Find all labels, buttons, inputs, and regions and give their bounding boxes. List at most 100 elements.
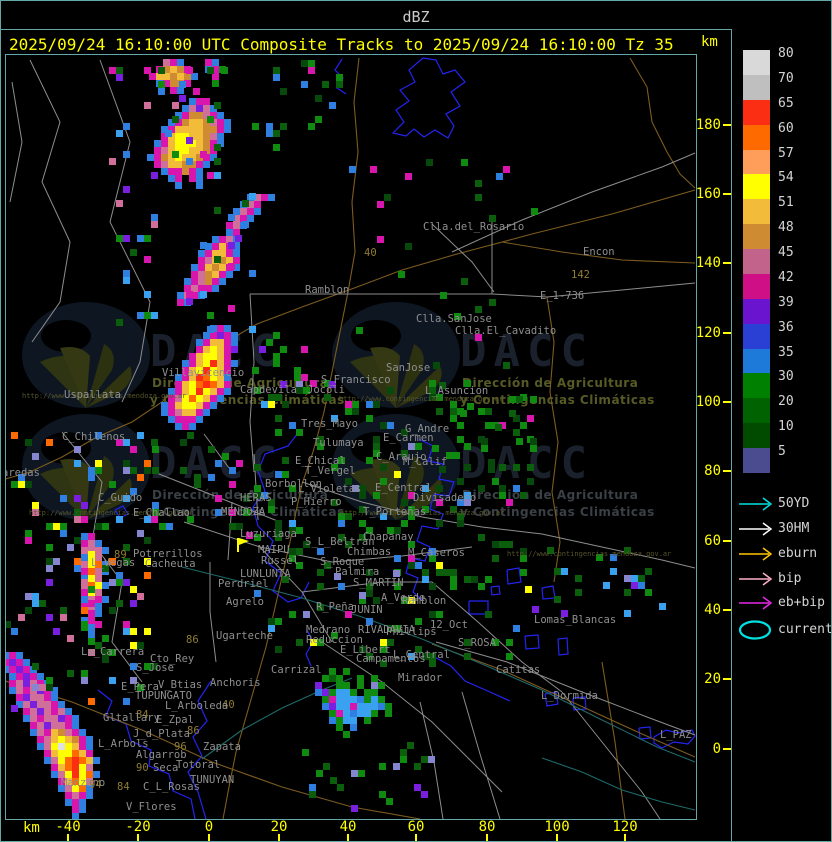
y-axis-unit-label: km	[701, 34, 718, 50]
radar-echo-cell	[51, 736, 58, 743]
radar-echo-cell	[380, 464, 387, 471]
radar-echo-cell	[398, 271, 405, 278]
radar-echo-cell	[79, 757, 86, 764]
legend-scale-value: 57	[778, 145, 794, 161]
radar-echo-cell	[81, 561, 88, 568]
radar-echo-cell	[296, 380, 303, 387]
radar-echo-cell	[350, 710, 357, 717]
radar-echo-cell	[109, 158, 116, 165]
radar-echo-cell	[9, 687, 16, 694]
map-line	[546, 296, 561, 583]
map-label: aredas	[5, 467, 40, 479]
radar-echo-cell	[198, 264, 205, 271]
radar-echo-cell	[95, 589, 102, 596]
radar-echo-cell	[189, 409, 196, 416]
radar-echo-cell	[81, 621, 88, 628]
radar-echo-cell	[485, 611, 492, 618]
radar-echo-cell	[212, 80, 219, 87]
radar-echo-cell	[44, 694, 51, 701]
radar-echo-cell	[499, 492, 506, 499]
radar-echo-cell	[475, 194, 482, 201]
radar-echo-cell	[309, 791, 316, 798]
radar-echo-cell	[338, 520, 345, 527]
radar-echo-cell	[210, 402, 217, 409]
radar-echo-cell	[180, 467, 187, 474]
radar-echo-cell	[81, 547, 88, 554]
radar-echo-cell	[187, 432, 194, 439]
radar-echo-cell	[81, 677, 88, 684]
radar-echo-cell	[166, 523, 173, 530]
radar-echo-cell	[65, 708, 72, 715]
radar-echo-cell	[366, 590, 373, 597]
radar-echo-cell	[81, 554, 88, 561]
radar-echo-cell	[219, 236, 226, 243]
radar-echo-cell	[554, 568, 561, 575]
radar-echo-cell	[350, 717, 357, 724]
radar-echo-cell	[88, 610, 95, 617]
legend-symbol-label: 30HM	[778, 521, 810, 536]
radar-echo-cell	[210, 126, 217, 133]
radar-echo-cell	[393, 763, 400, 770]
map-label: Agrelo	[226, 596, 264, 608]
radar-echo-cell	[249, 193, 256, 200]
radar-echo-cell	[163, 59, 170, 66]
radar-echo-cell	[93, 757, 100, 764]
radar-echo-cell	[323, 763, 330, 770]
radar-echo-cell	[53, 628, 60, 635]
radar-echo-cell	[208, 446, 215, 453]
radar-echo-cell	[219, 271, 226, 278]
radar-echo-cell	[74, 495, 81, 502]
30HM-arrow-icon	[739, 522, 773, 536]
radar-echo-cell	[11, 705, 18, 712]
map-label: Tres_Mayo	[301, 418, 358, 430]
radar-echo-cell	[350, 703, 357, 710]
legend-scale-value: 80	[778, 46, 794, 61]
radar-echo-cell	[224, 360, 231, 367]
radar-echo-cell	[65, 750, 72, 757]
y-tick-label: 20	[704, 671, 721, 687]
radar-echo-cell	[231, 339, 238, 346]
radar-echo-cell	[51, 701, 58, 708]
radar-echo-cell	[371, 703, 378, 710]
map-label: Carrizal	[271, 664, 322, 676]
map-label: Ramblon	[402, 595, 447, 607]
radar-echo-cell	[231, 346, 238, 353]
radar-echo-cell	[137, 474, 144, 481]
radar-echo-cell	[259, 346, 266, 353]
radar-echo-cell	[177, 299, 184, 306]
radar-echo-cell	[25, 593, 32, 600]
radar-echo-cell	[196, 388, 203, 395]
radar-echo-cell	[224, 339, 231, 346]
radar-echo-cell	[254, 208, 261, 215]
radar-echo-cell	[301, 346, 308, 353]
radar-echo-cell	[44, 757, 51, 764]
radar-echo-cell	[72, 729, 79, 736]
legend-scale-value: 42	[778, 269, 794, 285]
radar-map-canvas: DACCDirección de Agriculturay Contingenc…	[5, 54, 697, 820]
y-tick-label: 140	[695, 255, 721, 271]
radar-echo-cell	[25, 530, 32, 537]
radar-echo-cell	[86, 757, 93, 764]
radar-echo-cell	[385, 710, 392, 717]
radar-echo-cell	[371, 689, 378, 696]
radar-echo-cell	[379, 791, 386, 798]
radar-echo-cell	[193, 88, 200, 95]
radar-echo-cell	[509, 396, 516, 403]
radar-echo-cell	[44, 715, 51, 722]
radar-echo-cell	[65, 743, 72, 750]
radar-echo-cell	[475, 180, 482, 187]
map-label: Perdriel	[218, 578, 269, 590]
radar-echo-cell	[527, 478, 534, 485]
map-label: C_Guido	[98, 492, 143, 504]
radar-echo-cell	[226, 271, 233, 278]
radar-echo-cell	[631, 582, 638, 589]
map-label: Tulumaya	[313, 437, 364, 449]
radar-echo-cell	[205, 250, 212, 257]
radar-echo-cell	[182, 105, 189, 112]
radar-echo-cell	[371, 710, 378, 717]
map-label: V_Flores	[126, 801, 177, 813]
radar-echo-cell	[11, 432, 18, 439]
radar-echo-cell	[322, 696, 329, 703]
radar-echo-cell	[109, 677, 116, 684]
radar-echo-cell	[88, 533, 95, 540]
